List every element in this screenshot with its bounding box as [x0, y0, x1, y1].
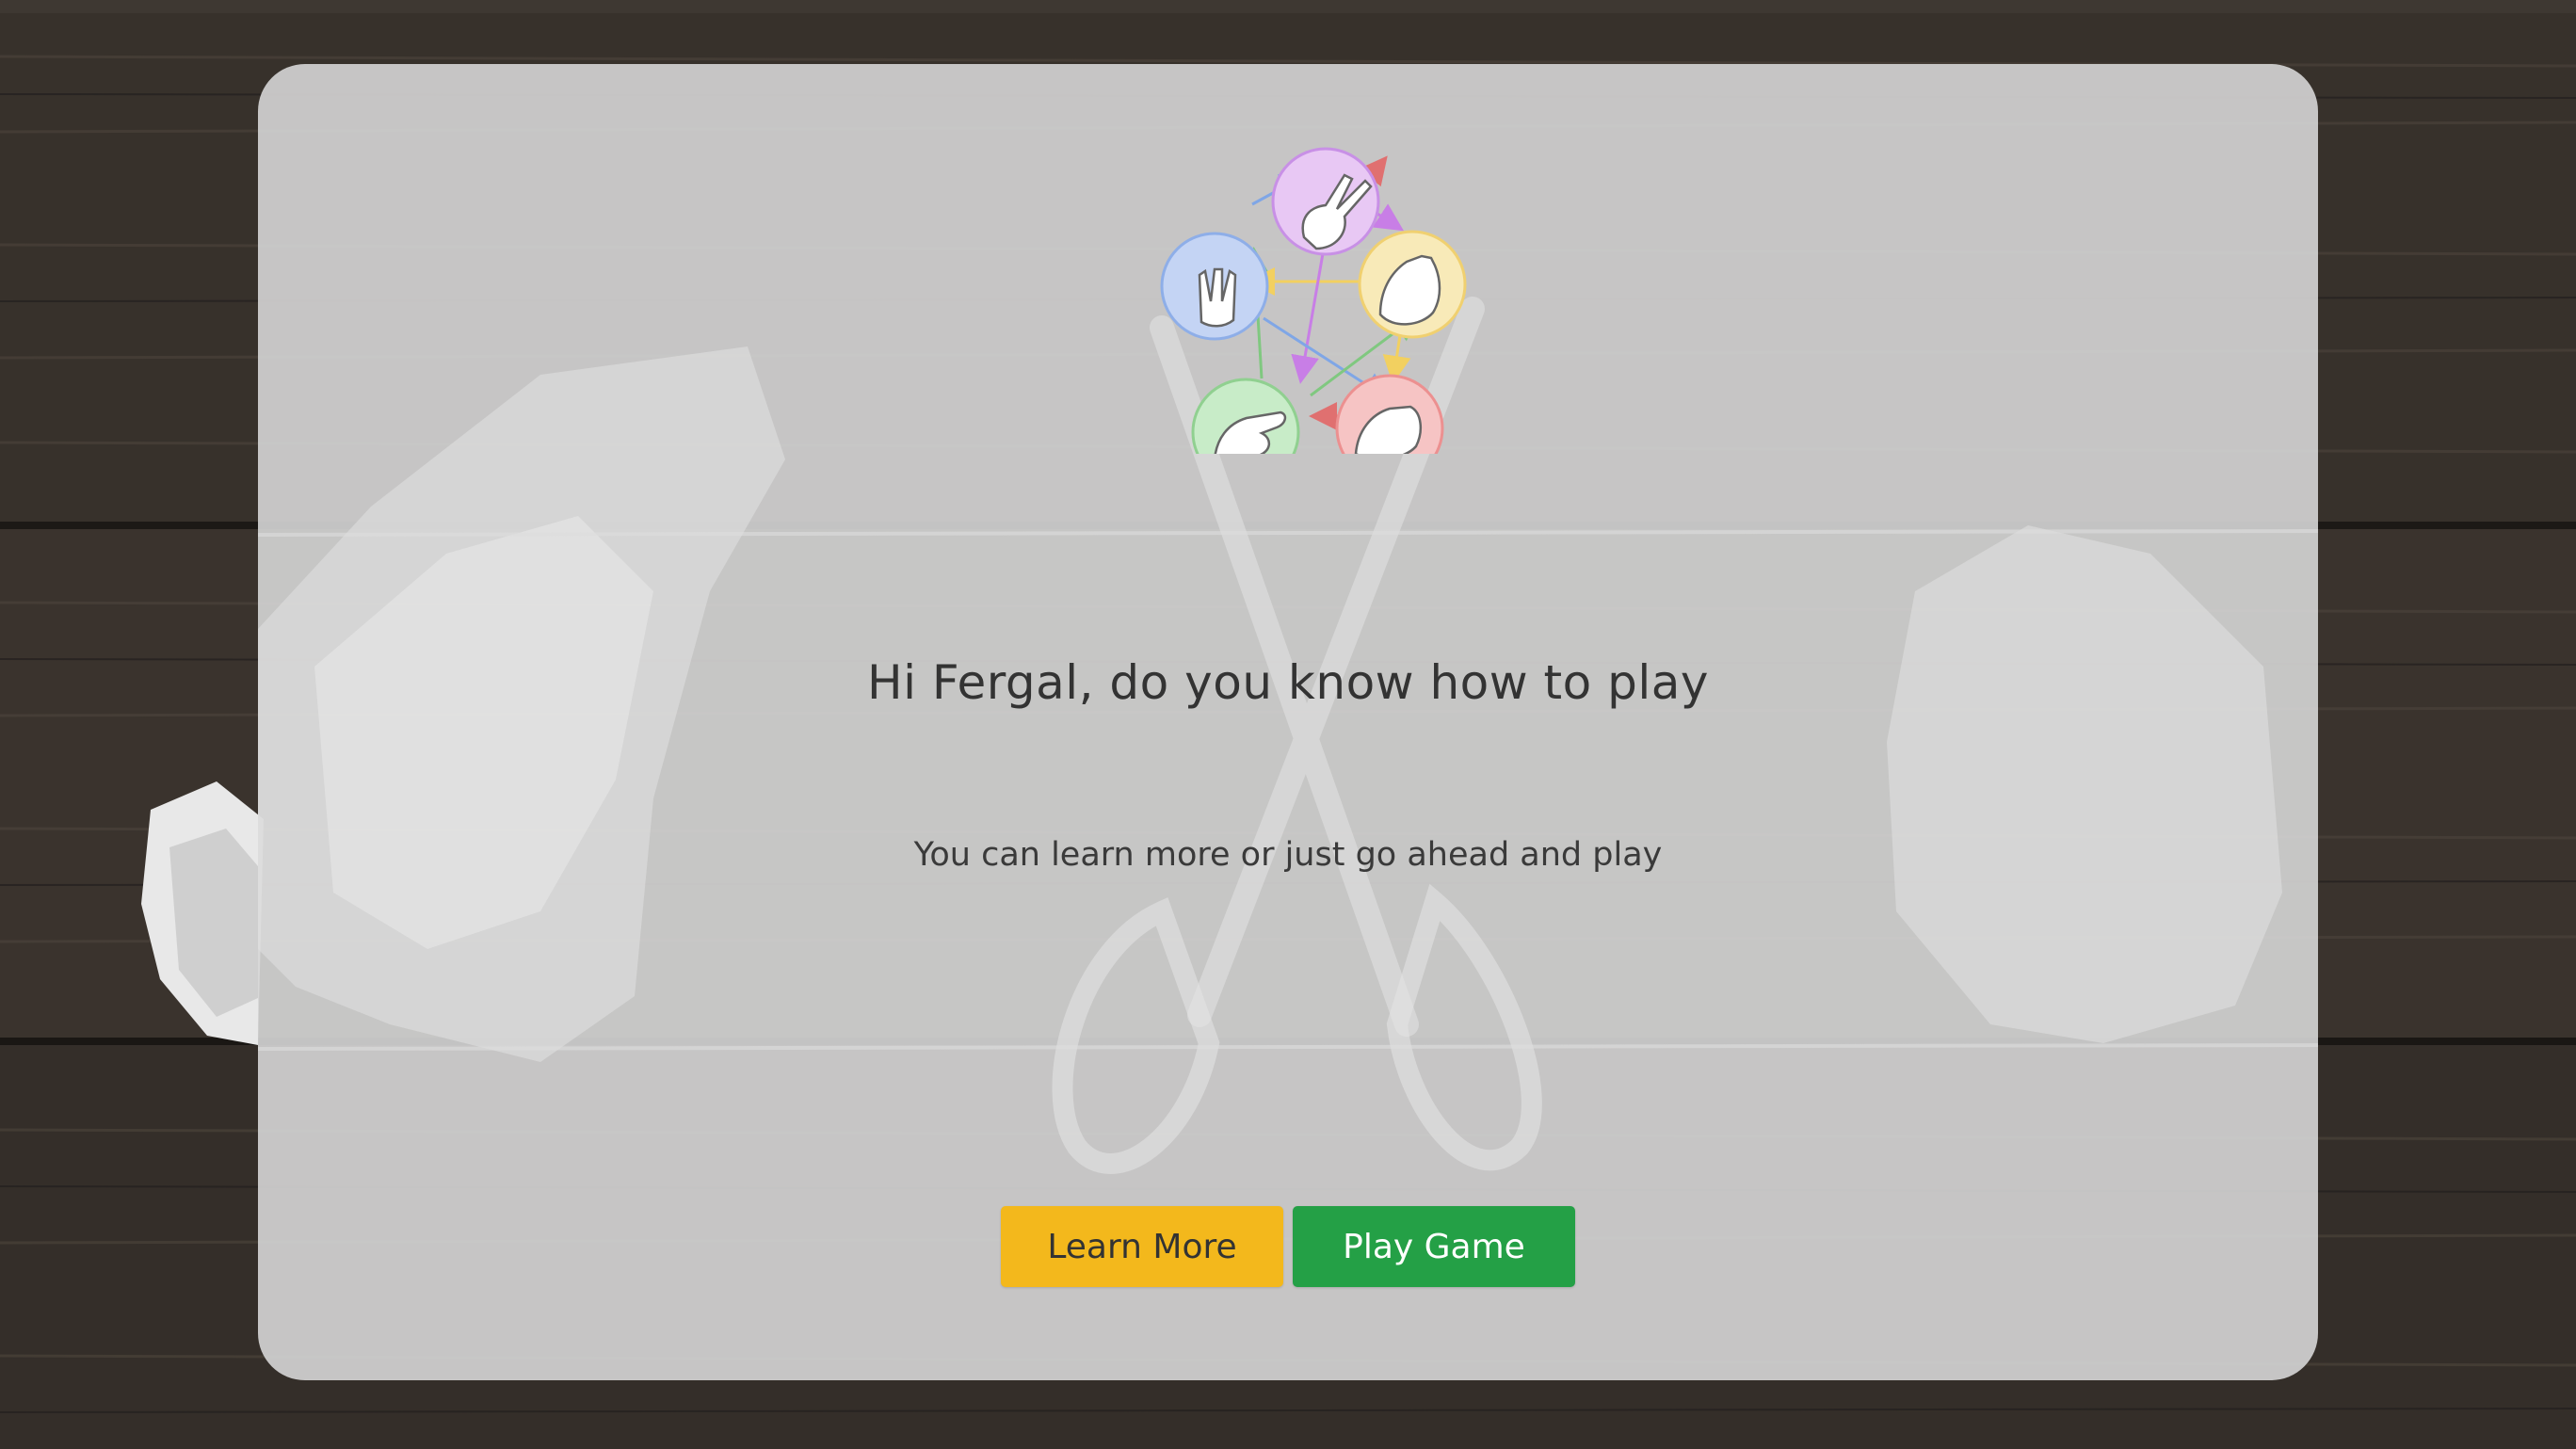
- scissors-icon: [1271, 147, 1380, 256]
- spock-icon: [1160, 232, 1269, 341]
- lizard-icon: [1191, 378, 1300, 454]
- learn-more-button[interactable]: Learn More: [1001, 1206, 1283, 1287]
- play-game-button[interactable]: Play Game: [1293, 1206, 1575, 1287]
- rock-icon: [1335, 374, 1444, 454]
- intro-dialog: Hi Fergal, do you know how to play You c…: [258, 64, 2318, 1380]
- greeting-subtext: You can learn more or just go ahead and …: [913, 836, 1663, 874]
- paper-icon: [1358, 230, 1467, 339]
- greeting-heading: Hi Fergal, do you know how to play: [867, 655, 1709, 710]
- rpsls-diagram: [1160, 147, 1467, 454]
